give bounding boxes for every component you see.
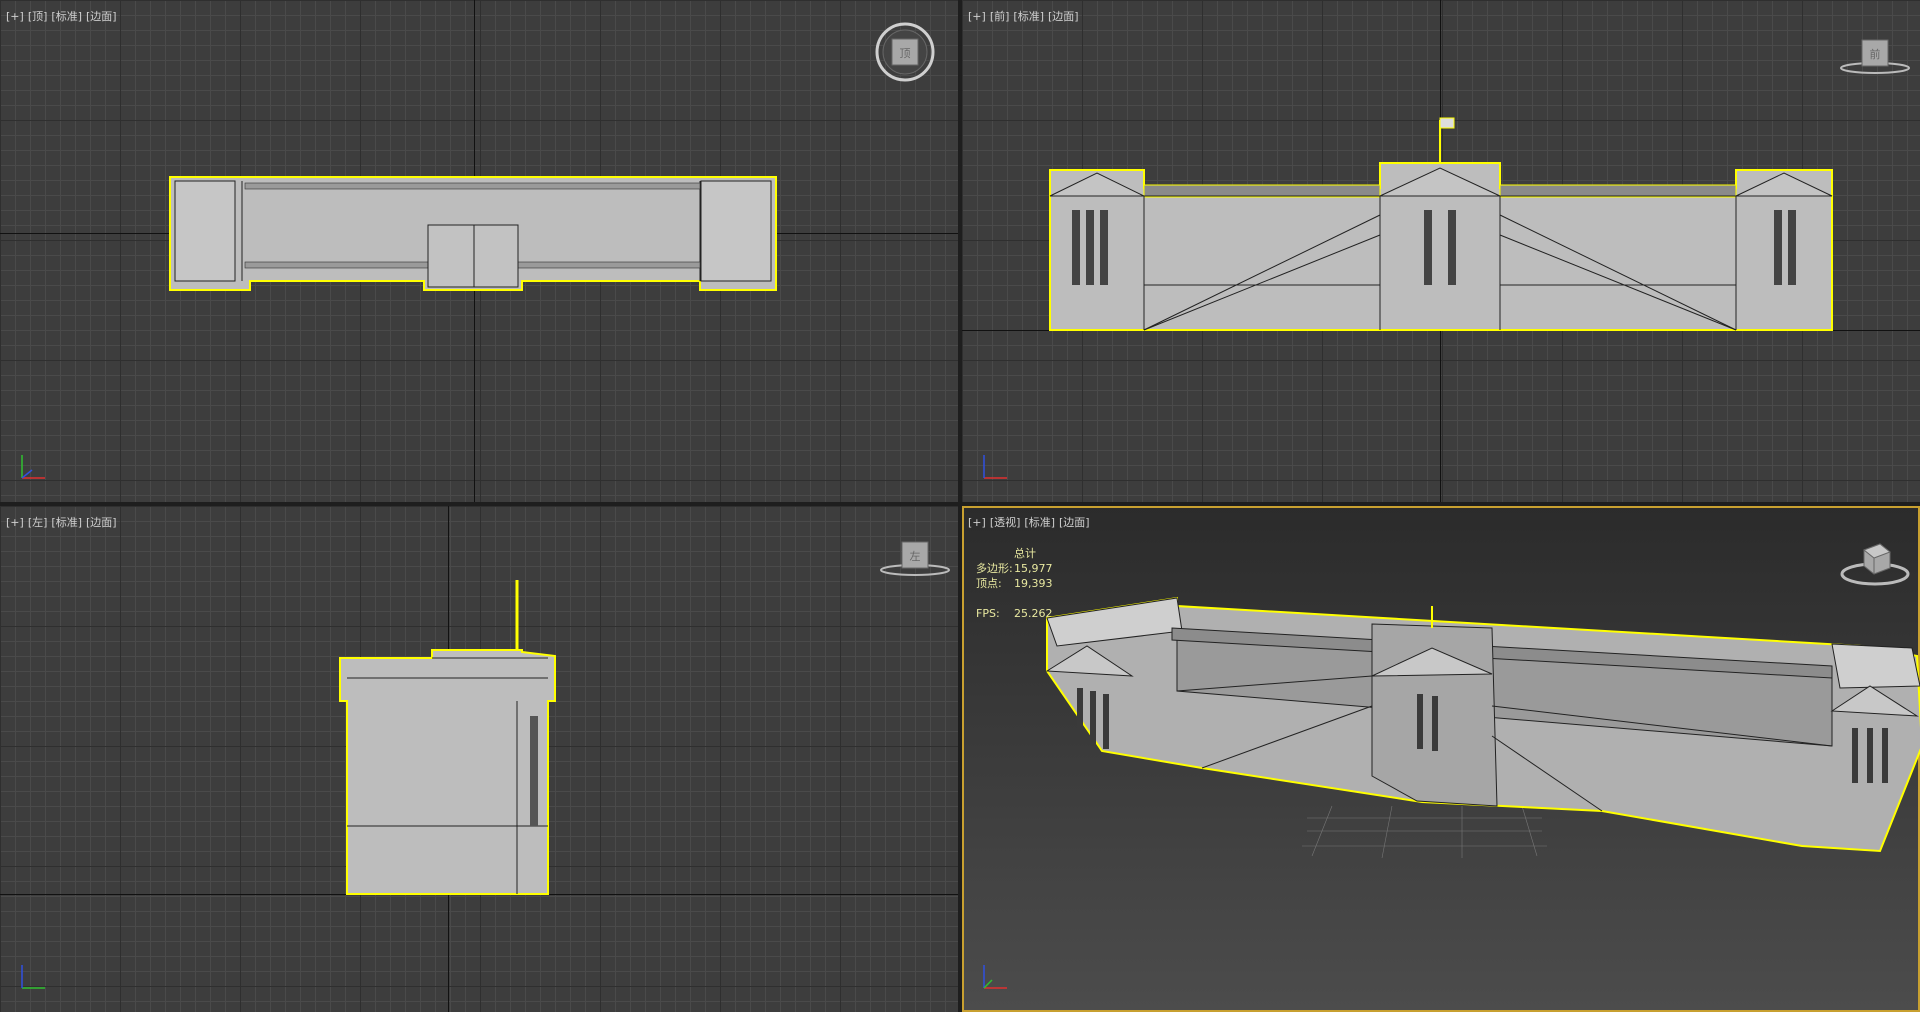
- viewcube-top[interactable]: 顶: [872, 20, 938, 86]
- top-view-axis-tripod: [21, 455, 45, 479]
- viewcube-face-label: 左: [910, 550, 921, 563]
- viewcube-left[interactable]: 左: [878, 536, 952, 580]
- perspective-view-axis-tripod: [983, 965, 1007, 989]
- viewcube-perspective[interactable]: [1838, 534, 1912, 594]
- viewport-perspective[interactable]: [+] [透视] [标准] [边面] 总计 多边形: 15,977 顶点: 19,393 …: [962, 506, 1920, 1012]
- front-view-axis-tripod: [983, 455, 1007, 479]
- viewport-top[interactable]: [+] [顶] [标准] [边面] 顶: [0, 0, 958, 502]
- viewport-left[interactable]: [+] [左] [标准] [边面] 左: [0, 506, 958, 1012]
- viewcube-front[interactable]: 前: [1838, 34, 1912, 78]
- left-view-axis-tripod: [21, 965, 45, 989]
- viewcube-face-label: 前: [1870, 47, 1881, 61]
- viewport-front[interactable]: [+] [前] [标准] [边面] 前: [962, 0, 1920, 502]
- viewcube-face-label: 顶: [900, 47, 911, 60]
